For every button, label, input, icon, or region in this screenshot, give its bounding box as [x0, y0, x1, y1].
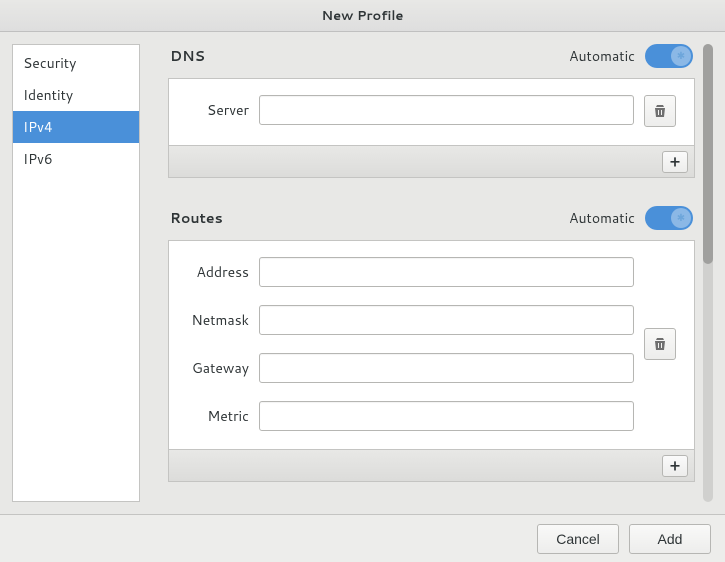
main-area: Security Identity IPv4 IPv6 DNS Automati… — [0, 32, 725, 514]
server-label: Server — [187, 100, 249, 120]
sidebar-item-label: IPv6 — [23, 149, 53, 169]
netmask-label: Netmask — [187, 310, 249, 330]
routes-add-button[interactable]: + — [662, 455, 688, 477]
routes-section: Routes Automatic Address — [168, 206, 695, 482]
routes-address-input[interactable] — [259, 257, 634, 287]
sidebar-item-label: Identity — [23, 85, 73, 105]
gateway-label: Gateway — [187, 358, 249, 378]
sidebar-item-identity[interactable]: Identity — [13, 79, 139, 111]
routes-panel-body: Address Netmask Gateway — [169, 241, 694, 449]
content-scrollbar[interactable] — [703, 44, 713, 502]
dns-title: DNS — [170, 46, 205, 66]
trash-icon — [652, 336, 668, 352]
dns-panel-body: Server — [169, 79, 694, 145]
routes-gateway-row: Gateway — [187, 353, 634, 383]
dns-delete-button[interactable] — [644, 95, 676, 127]
routes-automatic-label: Automatic — [569, 208, 635, 228]
routes-panel: Address Netmask Gateway — [168, 240, 695, 482]
sidebar-item-label: Security — [23, 53, 76, 73]
scrollbar-thumb[interactable] — [703, 44, 713, 264]
routes-automatic-wrap: Automatic — [569, 206, 693, 230]
dns-panel-footer: + — [169, 145, 694, 177]
dns-server-input[interactable] — [259, 95, 634, 125]
routes-automatic-toggle[interactable] — [645, 206, 693, 230]
dns-panel: Server + — [168, 78, 695, 178]
dns-add-button[interactable]: + — [662, 151, 688, 173]
cancel-button[interactable]: Cancel — [537, 524, 619, 554]
address-label: Address — [187, 262, 249, 282]
bottom-bar: Cancel Add — [0, 514, 725, 562]
dns-automatic-label: Automatic — [569, 46, 635, 66]
content-inner: DNS Automatic Server — [168, 44, 695, 502]
dns-header: DNS Automatic — [168, 44, 695, 68]
routes-metric-input[interactable] — [259, 401, 634, 431]
plus-icon: + — [670, 455, 680, 476]
dns-automatic-wrap: Automatic — [569, 44, 693, 68]
sidebar-item-label: IPv4 — [23, 117, 53, 137]
plus-icon: + — [670, 151, 680, 172]
routes-netmask-input[interactable] — [259, 305, 634, 335]
sidebar-item-ipv4[interactable]: IPv4 — [13, 111, 139, 143]
sidebar: Security Identity IPv4 IPv6 — [12, 44, 140, 502]
sidebar-item-security[interactable]: Security — [13, 47, 139, 79]
routes-title: Routes — [170, 208, 223, 228]
routes-panel-footer: + — [169, 449, 694, 481]
add-button[interactable]: Add — [629, 524, 711, 554]
routes-header: Routes Automatic — [168, 206, 695, 230]
toggle-knob — [671, 208, 691, 228]
sidebar-item-ipv6[interactable]: IPv6 — [13, 143, 139, 175]
window-title: New Profile — [322, 7, 404, 25]
routes-fields: Address Netmask Gateway — [187, 257, 634, 431]
trash-icon — [652, 103, 668, 119]
title-bar: New Profile — [0, 0, 725, 32]
routes-netmask-row: Netmask — [187, 305, 634, 335]
routes-gateway-input[interactable] — [259, 353, 634, 383]
toggle-knob — [671, 46, 691, 66]
metric-label: Metric — [187, 406, 249, 426]
routes-address-row: Address — [187, 257, 634, 287]
dns-server-row: Server — [187, 95, 634, 125]
dns-automatic-toggle[interactable] — [645, 44, 693, 68]
dns-fields: Server — [187, 95, 634, 125]
add-label: Add — [658, 531, 683, 547]
dns-section: DNS Automatic Server — [168, 44, 695, 178]
cancel-label: Cancel — [556, 531, 600, 547]
routes-metric-row: Metric — [187, 401, 634, 431]
content: DNS Automatic Server — [168, 44, 713, 502]
routes-delete-button[interactable] — [644, 328, 676, 360]
